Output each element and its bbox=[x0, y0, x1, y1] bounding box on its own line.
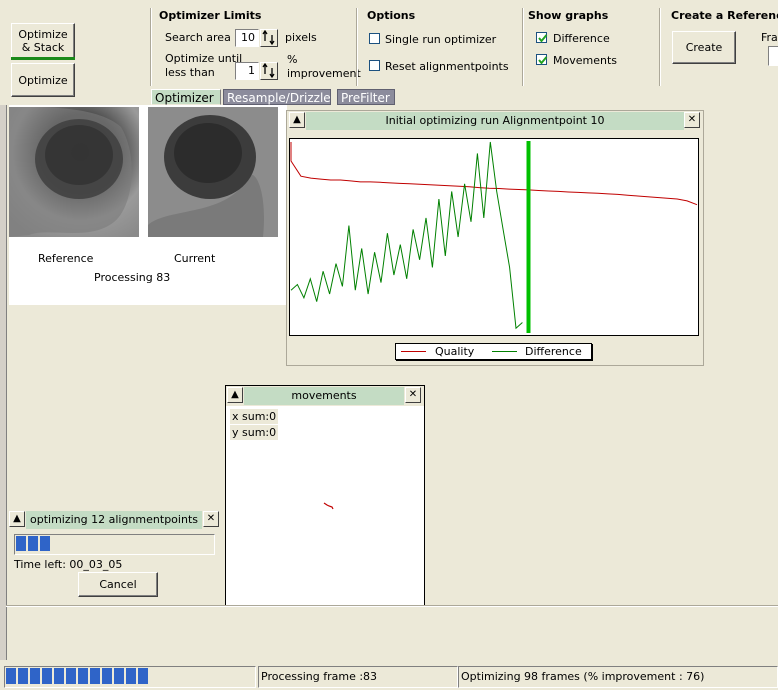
movements-checkbox[interactable] bbox=[536, 54, 548, 65]
tab-prefilter[interactable]: PreFilter bbox=[337, 89, 395, 105]
status-progress bbox=[4, 666, 256, 688]
time-left-label: Time left: 00_03_05 bbox=[14, 558, 123, 571]
optimize-button[interactable]: Optimize bbox=[11, 63, 75, 97]
separator bbox=[522, 8, 524, 86]
reference-title: Create a Reference bbox=[671, 9, 778, 22]
progress-bar bbox=[14, 534, 215, 555]
graph-window-title: Initial optimizing run Alignmentpoint 10 bbox=[306, 112, 684, 130]
status-frame-text: Processing frame :83 bbox=[261, 670, 378, 683]
optimize-label: Optimize bbox=[18, 73, 68, 87]
separator bbox=[659, 8, 661, 86]
search-area-spinner[interactable] bbox=[260, 29, 278, 47]
progress-segment bbox=[40, 536, 50, 551]
search-area-unit: pixels bbox=[285, 31, 317, 44]
tab-resample-drizzle[interactable]: Resample/Drizzle bbox=[223, 89, 331, 105]
create-reference-button[interactable]: Create bbox=[672, 31, 736, 64]
optimizer-limits-title: Optimizer Limits bbox=[159, 9, 262, 22]
difference-label[interactable]: Difference bbox=[553, 32, 610, 45]
show-graphs-title: Show graphs bbox=[528, 9, 609, 22]
progress-segment bbox=[78, 668, 88, 684]
progress-collapse-button[interactable]: ▲ bbox=[9, 511, 25, 527]
progress-segment bbox=[138, 668, 148, 684]
status-optimizing-text: Optimizing 98 frames (% improvement : 76… bbox=[461, 670, 705, 683]
reset-alignment-checkbox[interactable] bbox=[369, 60, 380, 71]
progress-segment bbox=[54, 668, 64, 684]
reference-image bbox=[9, 107, 139, 237]
optimize-until-unit-1: % bbox=[287, 53, 298, 66]
processing-label: Processing 83 bbox=[94, 271, 171, 284]
search-area-label: Search area bbox=[165, 31, 231, 44]
legend-quality-line bbox=[401, 351, 426, 352]
progress-segment bbox=[30, 668, 40, 684]
graph-plot bbox=[289, 138, 699, 336]
legend-difference-label: Difference bbox=[525, 345, 582, 358]
search-area-input[interactable]: 10 bbox=[235, 29, 259, 47]
progress-segment bbox=[42, 668, 52, 684]
current-image-label: Current bbox=[174, 252, 216, 265]
progress-segment bbox=[6, 668, 16, 684]
graph-window-close-button[interactable]: ✕ bbox=[684, 112, 700, 128]
separator bbox=[150, 8, 152, 86]
optimize-until-spinner[interactable] bbox=[260, 62, 278, 80]
spinner-arrows-icon bbox=[262, 30, 275, 46]
x-sum-label: x sum:0 bbox=[230, 409, 279, 424]
reset-alignment-label[interactable]: Reset alignmentpoints bbox=[385, 60, 509, 73]
optimize-until-label-2: less than bbox=[165, 66, 215, 79]
status-optimizing-panel: Optimizing 98 frames (% improvement : 76… bbox=[458, 666, 778, 688]
optimize-stack-label: Optimize & Stack bbox=[18, 28, 68, 54]
left-border bbox=[0, 105, 7, 660]
optimize-stack-underline bbox=[11, 57, 75, 60]
progress-close-button[interactable]: ✕ bbox=[203, 511, 219, 527]
checkmark-icon bbox=[538, 34, 548, 43]
optimize-stack-button[interactable]: Optimize & Stack bbox=[11, 23, 75, 59]
cancel-label: Cancel bbox=[99, 578, 137, 591]
progress-segment bbox=[18, 668, 28, 684]
movements-collapse-button[interactable]: ▲ bbox=[227, 387, 243, 403]
progress-segment bbox=[90, 668, 100, 684]
status-frame-panel: Processing frame :83 bbox=[258, 666, 458, 688]
legend-quality-label: Quality bbox=[435, 345, 475, 358]
tab-optimizer[interactable]: Optimizer bbox=[151, 89, 221, 105]
single-run-checkbox[interactable] bbox=[369, 33, 380, 44]
progress-segment bbox=[126, 668, 136, 684]
graph-legend: Quality Difference bbox=[395, 343, 592, 360]
movements-label[interactable]: Movements bbox=[553, 54, 617, 67]
create-label: Create bbox=[685, 41, 723, 54]
movements-title: movements bbox=[244, 387, 404, 405]
current-frame-marker bbox=[526, 141, 531, 333]
movements-close-button[interactable]: ✕ bbox=[405, 387, 421, 403]
checkmark-icon bbox=[538, 56, 548, 65]
optimize-until-input[interactable]: 1 bbox=[235, 62, 259, 80]
progress-segment bbox=[114, 668, 124, 684]
reference-image-label: Reference bbox=[38, 252, 94, 265]
frames-label: Fra bbox=[761, 31, 778, 44]
legend-difference-line bbox=[492, 351, 517, 352]
options-title: Options bbox=[367, 9, 416, 22]
status-separator bbox=[6, 605, 778, 607]
frames-input[interactable] bbox=[768, 46, 778, 66]
progress-segment bbox=[66, 668, 76, 684]
difference-checkbox[interactable] bbox=[536, 32, 548, 43]
current-image bbox=[148, 107, 278, 237]
progress-segment bbox=[28, 536, 38, 551]
spinner-arrows-icon bbox=[262, 63, 275, 79]
single-run-label[interactable]: Single run optimizer bbox=[385, 33, 496, 46]
progress-segment bbox=[16, 536, 26, 551]
graph-window-collapse-button[interactable]: ▲ bbox=[289, 112, 305, 128]
separator bbox=[356, 8, 358, 86]
optimize-until-unit-2: improvement bbox=[287, 67, 361, 80]
movement-trace bbox=[323, 502, 334, 510]
progress-segment bbox=[102, 668, 112, 684]
progress-window-title: optimizing 12 alignmentpoints bbox=[26, 511, 202, 529]
y-sum-label: y sum:0 bbox=[230, 425, 279, 440]
optimize-until-label-1: Optimize until bbox=[165, 52, 243, 65]
cancel-button[interactable]: Cancel bbox=[78, 572, 158, 597]
